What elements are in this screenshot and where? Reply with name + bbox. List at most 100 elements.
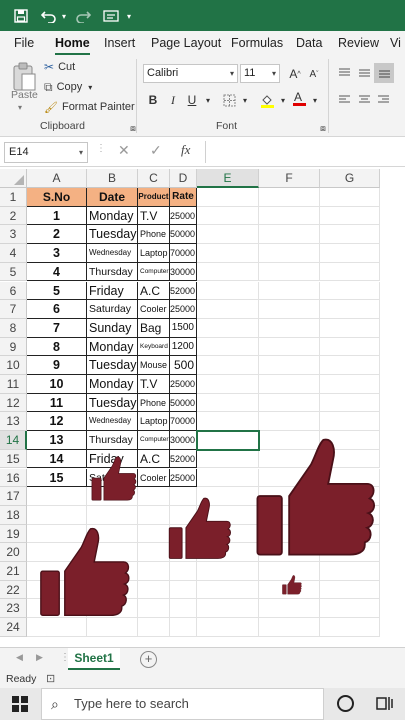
cell-a5[interactable]: 4	[27, 262, 87, 282]
row-header-1[interactable]: 1	[0, 188, 27, 207]
cell-d11[interactable]: 25000	[170, 375, 197, 394]
row-header-8[interactable]: 8	[0, 318, 27, 338]
worksheet-grid[interactable]: ABCDEFG 1 2 3 4 5 6 7 8 9 10 11 12 13 14 15 16 17 18 19 20 2…	[0, 169, 405, 647]
cell-d23[interactable]	[170, 599, 197, 619]
cortana-icon[interactable]	[337, 695, 354, 712]
cell-a14[interactable]: 13	[27, 431, 87, 450]
cell-d4[interactable]: 70000	[170, 244, 197, 263]
cell-f13[interactable]	[259, 412, 320, 432]
cell-b13[interactable]: Wednesday	[87, 412, 138, 432]
cell-a18[interactable]	[27, 505, 87, 525]
cell-e14[interactable]	[197, 431, 259, 450]
macro-record-icon[interactable]: ⊡	[46, 672, 55, 685]
cell-c21[interactable]	[138, 562, 170, 581]
cell-a3[interactable]: 2	[27, 225, 87, 245]
cell-b1[interactable]: Date	[87, 188, 138, 207]
cell-f8[interactable]	[259, 318, 320, 338]
underline-dropdown-icon[interactable]: ▾	[199, 91, 217, 109]
cell-a10[interactable]: 9	[27, 356, 87, 375]
cell-d1[interactable]: Rate	[170, 188, 197, 207]
cell-c2[interactable]: T.V	[138, 206, 170, 226]
form-icon[interactable]	[100, 6, 122, 26]
cell-c10[interactable]: Mouse	[138, 356, 170, 375]
cell-g4[interactable]	[320, 244, 380, 263]
cell-c1[interactable]: Product	[138, 188, 170, 207]
row-header-4[interactable]: 4	[0, 244, 27, 263]
cell-c11[interactable]: T.V	[138, 375, 170, 394]
cell-a17[interactable]	[27, 487, 87, 506]
row-header-16[interactable]: 16	[0, 468, 27, 488]
row-header-10[interactable]: 10	[0, 356, 27, 375]
cell-f4[interactable]	[259, 244, 320, 263]
row-header-9[interactable]: 9	[0, 337, 27, 357]
select-all-corner[interactable]	[0, 169, 27, 188]
row-header-12[interactable]: 12	[0, 393, 27, 413]
bold-button[interactable]: B	[144, 91, 162, 109]
cell-c22[interactable]	[138, 580, 170, 600]
cell-a11[interactable]: 10	[27, 375, 87, 394]
cell-a2[interactable]: 1	[27, 206, 87, 226]
scroll-left-icon[interactable]: ◀	[16, 652, 23, 663]
cell-b14[interactable]: Thursday	[87, 431, 138, 450]
align-right-icon[interactable]	[374, 91, 392, 109]
cell-b7[interactable]: Saturday	[87, 300, 138, 319]
cell-f10[interactable]	[259, 356, 320, 375]
borders-dropdown-icon[interactable]: ▾	[236, 91, 254, 109]
cell-b5[interactable]: Thursday	[87, 262, 138, 282]
column-header-c[interactable]: C	[138, 169, 170, 188]
cell-g13[interactable]	[320, 412, 380, 432]
paste-label[interactable]: Paste	[11, 89, 38, 101]
cell-e23[interactable]	[197, 599, 259, 619]
cell-c24[interactable]	[138, 618, 170, 637]
cell-e4[interactable]	[197, 244, 259, 263]
cell-e7[interactable]	[197, 300, 259, 319]
cell-c8[interactable]: Bag	[138, 318, 170, 338]
customize-toolbar-icon[interactable]: ▾	[124, 6, 134, 26]
cell-a15[interactable]: 14	[27, 449, 87, 469]
sheet-tab-sheet1[interactable]: Sheet1	[68, 648, 120, 670]
row-header-14[interactable]: 14	[0, 431, 27, 450]
cell-g10[interactable]	[320, 356, 380, 375]
cell-g8[interactable]	[320, 318, 380, 338]
tab-page-layout[interactable]: Page Layout	[151, 34, 221, 52]
row-header-19[interactable]: 19	[0, 524, 27, 544]
cut-button[interactable]: ✂ Cut	[44, 60, 75, 74]
cell-d6[interactable]: 52000	[170, 281, 197, 301]
cell-e21[interactable]	[197, 562, 259, 581]
cell-e13[interactable]	[197, 412, 259, 432]
tab-data[interactable]: Data	[296, 34, 322, 52]
cell-b4[interactable]: Wednesday	[87, 244, 138, 263]
cell-g1[interactable]	[320, 188, 380, 207]
cell-b6[interactable]: Friday	[87, 281, 138, 301]
cell-d9[interactable]: 1200	[170, 337, 197, 357]
copy-button[interactable]: ⧉ Copy ▾	[44, 80, 92, 94]
cell-f23[interactable]	[259, 599, 320, 619]
align-center-icon[interactable]	[355, 91, 373, 109]
cell-a9[interactable]: 8	[27, 337, 87, 357]
cell-f24[interactable]	[259, 618, 320, 637]
cell-c23[interactable]	[138, 599, 170, 619]
cell-d21[interactable]	[170, 562, 197, 581]
row-header-22[interactable]: 22	[0, 580, 27, 600]
cell-d2[interactable]: 25000	[170, 206, 197, 226]
italic-button[interactable]: I	[164, 91, 182, 109]
row-header-20[interactable]: 20	[0, 543, 27, 562]
row-header-13[interactable]: 13	[0, 412, 27, 432]
column-header-b[interactable]: B	[87, 169, 138, 188]
task-view-icon[interactable]	[376, 695, 393, 717]
cell-b9[interactable]: Monday	[87, 337, 138, 357]
cell-g23[interactable]	[320, 599, 380, 619]
name-box[interactable]: E14 ▾	[4, 142, 88, 163]
cell-g9[interactable]	[320, 337, 380, 357]
cell-e16[interactable]	[197, 468, 259, 488]
cell-g2[interactable]	[320, 206, 380, 226]
row-header-17[interactable]: 17	[0, 487, 27, 506]
insert-function-button[interactable]: fx	[181, 142, 190, 158]
cell-b10[interactable]: Tuesday	[87, 356, 138, 375]
font-name-dropdown-icon[interactable]: ▾	[230, 65, 234, 82]
undo-dropdown-icon[interactable]: ▾	[59, 6, 69, 26]
row-header-2[interactable]: 2	[0, 206, 27, 226]
cell-f1[interactable]	[259, 188, 320, 207]
cell-c14[interactable]: Computer	[138, 431, 170, 450]
format-painter-button[interactable]: 🖌 Format Painter	[44, 100, 135, 114]
